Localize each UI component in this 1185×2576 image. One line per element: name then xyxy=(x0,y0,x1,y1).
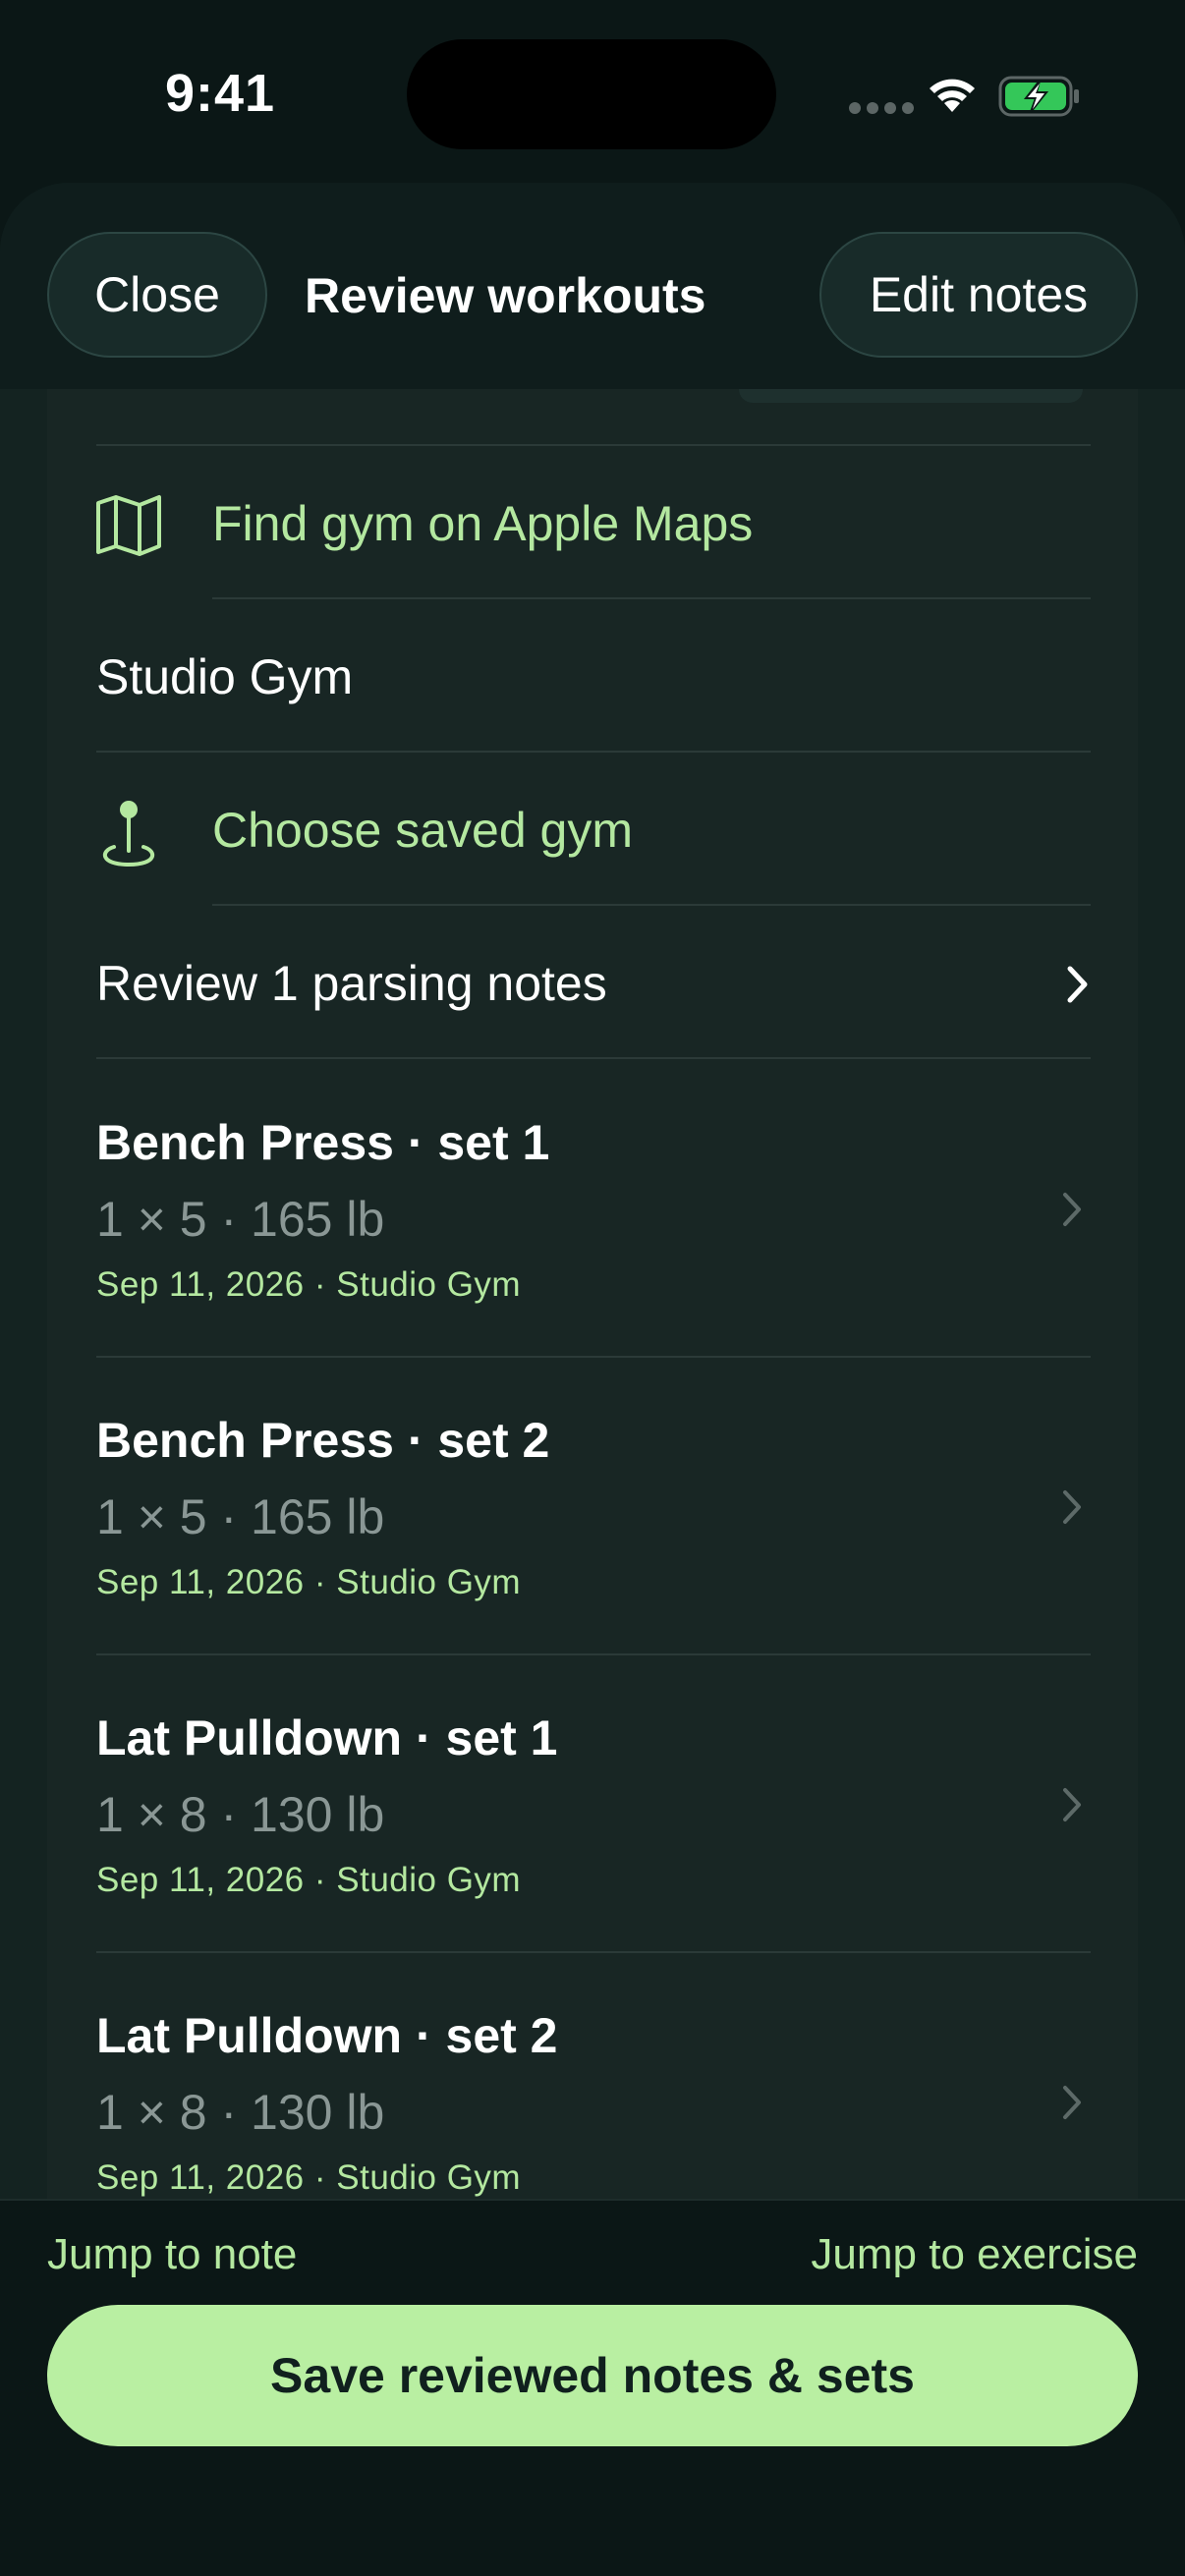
set-meta: Sep 11, 2026 · Studio Gym xyxy=(96,1563,522,1601)
battery-charging-icon xyxy=(998,76,1079,117)
divider xyxy=(96,1951,1091,1953)
divider xyxy=(96,1653,1091,1655)
chevron-right-icon xyxy=(1067,966,1088,1003)
sheet-title: Review workouts xyxy=(305,268,706,323)
set-title: Lat Pulldown · set 1 xyxy=(96,1710,558,1765)
jump-to-note-link[interactable]: Jump to note xyxy=(47,2230,297,2279)
set-detail: 1 × 8 · 130 lb xyxy=(96,1787,385,1842)
set-title: Bench Press · set 1 xyxy=(96,1115,550,1170)
chevron-right-icon xyxy=(1063,1193,1081,1226)
dynamic-island xyxy=(407,39,776,149)
chevron-right-icon xyxy=(1063,2086,1081,2119)
set-title: Lat Pulldown · set 2 xyxy=(96,2008,558,2063)
set-title: Bench Press · set 2 xyxy=(96,1413,550,1468)
choose-saved-gym-label[interactable]: Choose saved gym xyxy=(212,802,633,859)
divider xyxy=(96,444,1091,446)
find-gym-label[interactable]: Find gym on Apple Maps xyxy=(212,495,753,552)
parsing-notes-label[interactable]: Review 1 parsing notes xyxy=(96,955,607,1012)
scrolled-control-edge xyxy=(739,389,1083,403)
cellular-signal-icon xyxy=(849,102,914,114)
jump-to-exercise-link[interactable]: Jump to exercise xyxy=(811,2230,1138,2279)
status-time: 9:41 xyxy=(165,64,276,123)
map-pin-icon xyxy=(102,801,155,868)
wifi-icon xyxy=(930,79,975,112)
set-meta: Sep 11, 2026 · Studio Gym xyxy=(96,1861,522,1899)
divider xyxy=(96,1356,1091,1358)
edit-notes-button[interactable]: Edit notes xyxy=(819,232,1138,358)
current-gym-name: Studio Gym xyxy=(96,649,354,704)
chevron-right-icon xyxy=(1063,1788,1081,1821)
divider xyxy=(212,904,1091,906)
set-detail: 1 × 5 · 165 lb xyxy=(96,1489,385,1544)
set-meta: Sep 11, 2026 · Studio Gym xyxy=(96,1265,522,1304)
close-button[interactable]: Close xyxy=(47,232,267,358)
map-icon xyxy=(96,495,161,556)
set-detail: 1 × 5 · 165 lb xyxy=(96,1192,385,1247)
status-bar: 9:41 xyxy=(0,0,1185,187)
save-reviewed-button[interactable]: Save reviewed notes & sets xyxy=(47,2305,1138,2446)
divider xyxy=(96,1057,1091,1059)
set-meta: Sep 11, 2026 · Studio Gym xyxy=(96,2158,522,2197)
set-detail: 1 × 8 · 130 lb xyxy=(96,2085,385,2140)
chevron-right-icon xyxy=(1063,1490,1081,1524)
divider xyxy=(212,597,1091,599)
divider xyxy=(96,751,1091,753)
